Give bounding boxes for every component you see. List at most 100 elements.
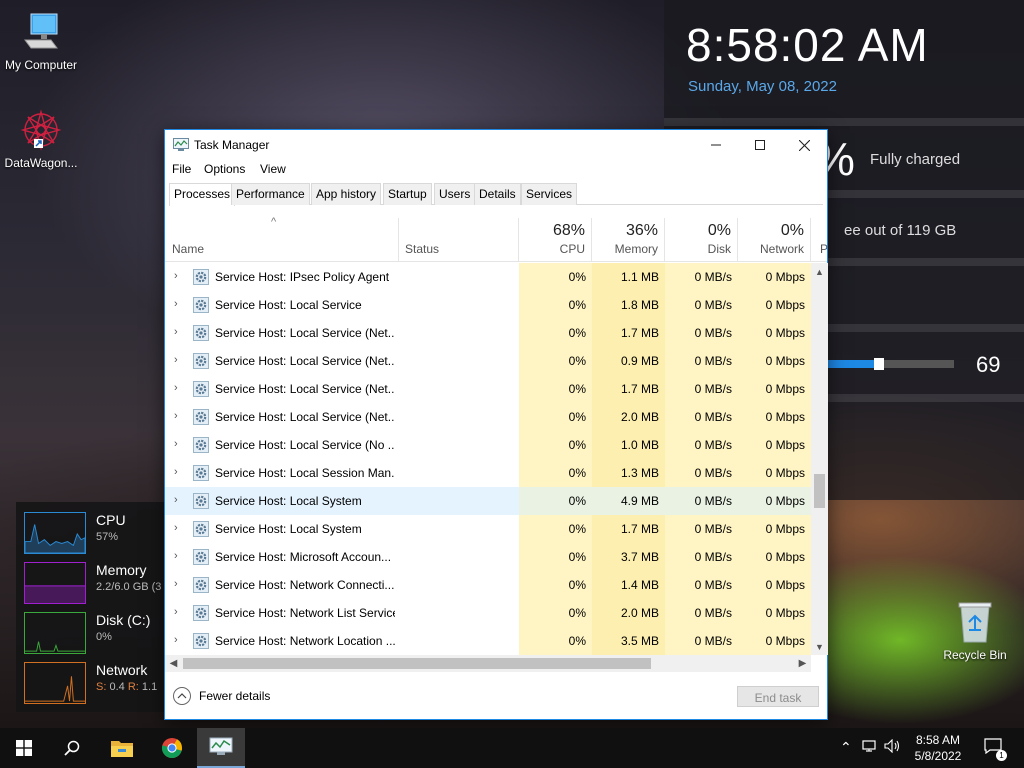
table-row[interactable]: › Service Host: Local Service (Net... 0% 1.… — [165, 375, 811, 403]
network-total-percent: 0% — [780, 222, 804, 239]
tray-overflow-icon[interactable]: ⌃ — [840, 739, 852, 756]
process-network: 0 Mbps — [738, 599, 811, 627]
vertical-scrollbar[interactable]: ▲ ▼ — [811, 263, 828, 655]
tab-app-history[interactable]: App history — [311, 183, 382, 205]
table-row[interactable]: › Service Host: Local Service (No ... 0% 1.… — [165, 431, 811, 459]
taskbar-clock[interactable]: 8:58 AM 5/8/2022 — [906, 732, 970, 764]
chevron-right-icon[interactable]: › — [174, 634, 178, 646]
end-task-button[interactable]: End task — [737, 686, 819, 707]
desktop-icon-label: Recycle Bin — [943, 648, 1007, 662]
table-row[interactable]: › Service Host: Local Service (Net... 0% 2.… — [165, 403, 811, 431]
vertical-scroll-thumb[interactable] — [814, 474, 825, 508]
tab-startup[interactable]: Startup — [383, 183, 432, 205]
tab-details[interactable]: Details — [474, 183, 521, 205]
network-icon[interactable] — [862, 739, 878, 756]
chevron-up-icon[interactable] — [173, 687, 191, 705]
tab-processes[interactable]: Processes — [169, 183, 236, 206]
maximize-button[interactable] — [737, 130, 783, 160]
close-button[interactable] — [781, 130, 827, 160]
chevron-right-icon[interactable]: › — [174, 466, 178, 478]
perf-cpu[interactable]: CPU 57% — [24, 512, 174, 558]
tab-services[interactable]: Services — [521, 183, 578, 205]
process-network: 0 Mbps — [738, 431, 811, 459]
task-manager-icon — [173, 138, 189, 151]
maximize-icon — [755, 140, 765, 150]
perf-cpu-title: CPU — [96, 512, 126, 528]
chevron-right-icon[interactable]: › — [174, 298, 178, 310]
column-header-cpu[interactable]: 68% CPU — [519, 218, 592, 262]
volume-icon[interactable] — [884, 738, 902, 756]
volume-slider-fill — [824, 360, 876, 368]
task-manager-taskbar-button[interactable] — [197, 728, 245, 768]
process-disk: 0 MB/s — [665, 599, 738, 627]
title-bar[interactable]: Task Manager — [165, 130, 827, 160]
volume-slider-thumb[interactable] — [874, 358, 884, 370]
menu-file[interactable]: File — [172, 162, 191, 176]
clock-date: Sunday, May 08, 2022 — [688, 78, 837, 95]
table-row[interactable]: › Service Host: Local Service (Net... 0% 1.… — [165, 319, 811, 347]
perf-memory[interactable]: Memory 2.2/6.0 GB (3 — [24, 562, 174, 608]
fewer-details-link[interactable]: Fewer details — [199, 689, 270, 703]
table-row[interactable]: › Service Host: Local Session Man... 0% 1.3… — [165, 459, 811, 487]
column-header-extra[interactable]: P — [811, 218, 828, 262]
process-name: Service Host: Network Connecti... — [215, 578, 395, 592]
desktop-icon-recycle-bin[interactable]: Recycle Bin — [934, 600, 1016, 662]
gear-icon — [193, 633, 209, 649]
scroll-left-icon[interactable]: ◀ — [165, 655, 182, 672]
column-header-memory[interactable]: 36% Memory — [592, 218, 665, 262]
table-row[interactable]: › Service Host: Network List Service 0% 2.0… — [165, 599, 811, 627]
tab-performance[interactable]: Performance — [231, 183, 310, 205]
tab-users[interactable]: Users — [434, 183, 476, 205]
chevron-right-icon[interactable]: › — [174, 550, 178, 562]
chevron-right-icon[interactable]: › — [174, 354, 178, 366]
table-row[interactable]: › Service Host: Local System 0% 1.7 MB 0 MB/… — [165, 515, 811, 543]
volume-value: 69 — [976, 352, 1001, 377]
perf-disk[interactable]: Disk (C:) 0% — [24, 612, 174, 658]
table-row[interactable]: › Service Host: Local Service (Net... 0% 0.… — [165, 347, 811, 375]
chevron-right-icon[interactable]: › — [174, 270, 178, 282]
window-title: Task Manager — [194, 138, 270, 152]
horizontal-scroll-thumb[interactable] — [183, 658, 651, 669]
desktop-icon-my-computer[interactable]: My Computer — [0, 10, 82, 72]
scroll-up-icon[interactable]: ▲ — [811, 263, 828, 280]
column-header-network[interactable]: 0% Network — [738, 218, 811, 262]
chevron-right-icon[interactable]: › — [174, 326, 178, 338]
chevron-right-icon[interactable]: › — [174, 410, 178, 422]
chevron-right-icon[interactable]: › — [174, 494, 178, 506]
menu-options[interactable]: Options — [204, 162, 245, 176]
menu-view[interactable]: View — [260, 162, 286, 176]
chevron-right-icon[interactable]: › — [174, 606, 178, 618]
chevron-right-icon[interactable]: › — [174, 522, 178, 534]
table-row[interactable]: › Service Host: Network Location ... 0% 3.5… — [165, 627, 811, 655]
chevron-right-icon[interactable]: › — [174, 578, 178, 590]
chevron-right-icon[interactable]: › — [174, 382, 178, 394]
chrome-button[interactable] — [148, 728, 196, 768]
table-row[interactable]: › Service Host: IPsec Policy Agent 0% 1.1 M… — [165, 263, 811, 291]
footer: Fewer details End task — [165, 678, 827, 720]
process-name: Service Host: Local Service (Net... — [215, 410, 395, 424]
chevron-right-icon[interactable]: › — [174, 438, 178, 450]
scroll-right-icon[interactable]: ▶ — [794, 655, 811, 672]
column-header-row: ^ Name Status 68% CPU 36% Memory 0% Disk… — [165, 216, 828, 262]
disk-total-percent: 0% — [707, 222, 731, 239]
column-header-status[interactable]: Status — [399, 218, 519, 262]
column-header-name[interactable]: ^ Name — [165, 216, 399, 262]
gear-icon — [193, 409, 209, 425]
search-button[interactable] — [48, 728, 96, 768]
table-row[interactable]: › Service Host: Microsoft Accoun... 0% 3.7 … — [165, 543, 811, 571]
horizontal-scrollbar[interactable]: ◀ ▶ — [165, 655, 811, 672]
gear-icon — [193, 269, 209, 285]
perf-network[interactable]: Network S: 0.4 R: 1.1 — [24, 662, 174, 708]
table-row[interactable]: › Service Host: Network Connecti... 0% 1.4 … — [165, 571, 811, 599]
process-memory: 1.7 MB — [592, 515, 665, 543]
desktop-icon-datawagon[interactable]: DataWagon... — [0, 108, 82, 170]
scroll-down-icon[interactable]: ▼ — [811, 638, 828, 655]
minimize-button[interactable] — [693, 130, 739, 160]
process-cpu: 0% — [519, 431, 592, 459]
file-explorer-button[interactable] — [98, 728, 146, 768]
volume-slider[interactable] — [824, 358, 954, 370]
table-row[interactable]: › Service Host: Local System 0% 4.9 MB 0 MB/… — [165, 487, 811, 515]
start-button[interactable] — [0, 728, 48, 768]
column-header-disk[interactable]: 0% Disk — [665, 218, 738, 262]
table-row[interactable]: › Service Host: Local Service 0% 1.8 MB 0 MB… — [165, 291, 811, 319]
